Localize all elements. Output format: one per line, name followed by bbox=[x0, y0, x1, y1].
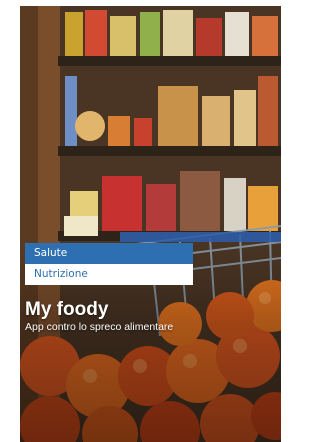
menu-item-nutrizione[interactable]: Nutrizione bbox=[25, 264, 193, 285]
category-menu: Salute Nutrizione bbox=[25, 243, 193, 285]
app-hero-card bbox=[20, 6, 281, 442]
app-subtitle: App contro lo spreco alimentare bbox=[25, 321, 174, 333]
menu-item-label: Salute bbox=[34, 247, 68, 259]
app-title: My foody bbox=[25, 299, 109, 320]
menu-item-salute[interactable]: Salute bbox=[25, 243, 193, 264]
menu-item-label: Nutrizione bbox=[34, 268, 88, 280]
